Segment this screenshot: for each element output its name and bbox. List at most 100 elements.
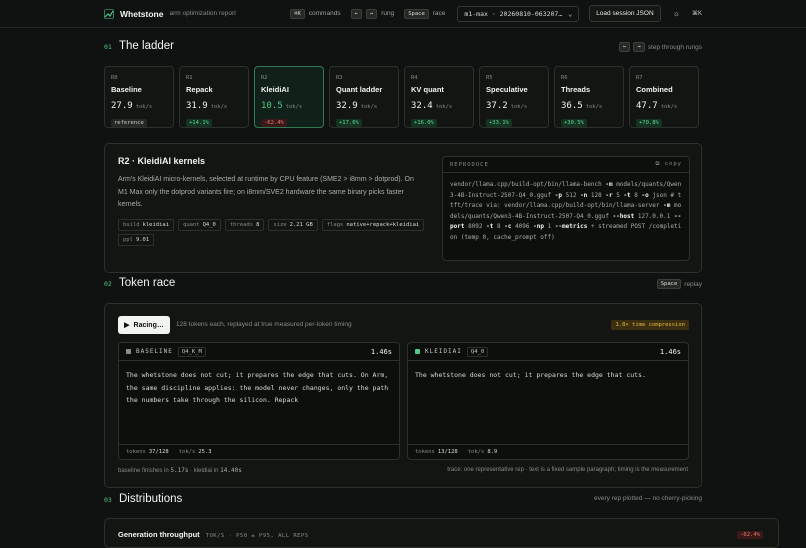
rung-name: Baseline xyxy=(111,85,142,94)
kernel-title: R2 · KleidiAI kernels xyxy=(118,156,206,166)
dist-hint: every rep plotted — no cherry-picking xyxy=(593,495,702,502)
chevron-down-icon: ⌄ xyxy=(568,9,573,18)
play-icon: ▶ xyxy=(124,322,130,329)
rung-value: 27.9 tok/s xyxy=(111,101,153,111)
throughput-title: Generation throughput TOK/S · P50 ± P95, … xyxy=(118,530,309,539)
race-hint: Space replay xyxy=(656,279,702,289)
kernel-chip-flags: flags native+repack+kleidiai xyxy=(321,219,425,231)
kernel-chip-quant: quant Q4_0 xyxy=(178,219,221,231)
rung-delta: +33.1% xyxy=(486,119,512,127)
rung-name: KleidiAI xyxy=(261,85,289,94)
rung-value: 32.9 tok/s xyxy=(336,101,378,111)
copy-icon: ⧉ xyxy=(655,161,661,167)
lane-baseline: BASELINE Q4_K_M 1.46s The whetstone does… xyxy=(118,342,400,460)
rung-delta: +70.8% xyxy=(636,119,662,127)
race-trace-note: trace: one representative rep · text is … xyxy=(447,467,688,473)
lane-text: The whetstone does not cut; it prepares … xyxy=(415,371,646,379)
rung-code: R6 xyxy=(561,75,568,81)
reproduce-box: REPRODUCE ⧉ copy vendor/llama.cpp/build-… xyxy=(442,156,690,261)
rung-card-r7[interactable]: R7 Combined 47.7 tok/s +70.8% xyxy=(629,66,699,128)
session-select-value: m1-max · 20260810-063207… xyxy=(464,9,563,18)
kernel-chips: build kleidiai quant Q4_0 threads 8 size 2.21 G… xyxy=(118,219,438,246)
lane-kleidiai: KLEIDIAI Q4_0 1.46s The whetstone does n… xyxy=(407,342,689,460)
section-number: 03 xyxy=(104,496,112,504)
session-select[interactable]: m1-max · 20260810-063207… ⌄ xyxy=(457,5,580,22)
lane-text: The whetstone does not cut; it prepares … xyxy=(126,371,389,404)
rung-card-r5[interactable]: R5 Speculative 37.2 tok/s +33.1% xyxy=(479,66,549,128)
top-controls: ⌘K commands ← → rung Space race m1-max ·… xyxy=(290,5,702,22)
rung-card-r2[interactable]: R2 KleidiAI 10.5 tok/s -62.4% xyxy=(254,66,324,128)
rung-value: 32.4 tok/s xyxy=(411,101,453,111)
rung-delta: +16.0% xyxy=(411,119,437,127)
rung-code: R7 xyxy=(636,75,643,81)
brand-name: Whetstone xyxy=(120,8,164,19)
ladder-hint: ← → step through rungs xyxy=(619,42,702,52)
sun-icon[interactable]: ☼ xyxy=(673,9,680,18)
race-button-label: Racing… xyxy=(133,321,164,329)
kernel-description: Arm's KleidiAI micro-kernels, selected a… xyxy=(118,176,414,208)
rung-card-r6[interactable]: R6 Threads 36.5 tok/s +30.5% xyxy=(554,66,624,128)
toks-label: tok/s xyxy=(178,449,196,455)
rung-code: R4 xyxy=(411,75,418,81)
load-session-button[interactable]: Load session JSON xyxy=(589,5,661,22)
next-rung-kbd[interactable]: → xyxy=(633,42,645,52)
toks-value: 25.3 xyxy=(198,449,212,455)
brand-subtitle: arm optimization report xyxy=(169,10,236,17)
rung-value: 37.2 tok/s xyxy=(486,101,528,111)
tokens-label: tokens xyxy=(415,449,435,455)
rung-name: Repack xyxy=(186,85,213,94)
copy-label: copy xyxy=(664,161,682,167)
shortcut-icon[interactable]: ⌘K xyxy=(692,10,702,17)
rung-name: Combined xyxy=(636,85,673,94)
lane-quant: Q4_0 xyxy=(466,346,489,357)
rung-card-r3[interactable]: R3 Quant ladder 32.9 tok/s +17.6% xyxy=(329,66,399,128)
section-number: 01 xyxy=(104,43,112,51)
rung-name: Speculative xyxy=(486,85,528,94)
rung-delta: +14.1% xyxy=(186,119,212,127)
rung-name: KV quant xyxy=(411,85,444,94)
lane-color-dot xyxy=(415,349,420,354)
dist-heading: 03 Distributions xyxy=(104,493,182,505)
rung-code: R0 xyxy=(111,75,118,81)
commands-kbd[interactable]: ⌘K xyxy=(290,8,305,19)
race-summary: baseline finishes in 5.17s · kleidiai in… xyxy=(118,467,242,474)
kernel-detail-panel: R2 · KleidiAI kernels Arm's KleidiAI mic… xyxy=(104,143,702,273)
rung-value: 10.5 tok/s xyxy=(261,101,303,111)
token-race-panel: ▶ Racing… 128 tokens each, replayed at tr… xyxy=(104,303,702,488)
lane-color-dot xyxy=(126,349,131,354)
reproduce-label: REPRODUCE xyxy=(450,161,489,168)
lane-time: 1.46s xyxy=(659,347,681,356)
toks-value: 8.9 xyxy=(487,449,498,455)
rung-delta: -62.4% xyxy=(261,119,287,127)
rung-code: R3 xyxy=(336,75,343,81)
throughput-subtitle: TOK/S · P50 ± P95, ALL REPS xyxy=(205,533,309,539)
tokens-label: tokens xyxy=(126,449,146,455)
lane-label: BASELINE xyxy=(136,348,173,355)
rung-label: rung xyxy=(381,10,395,17)
race-kbd[interactable]: Space xyxy=(404,8,429,19)
reproduce-command: vendor/llama.cpp/build-opt/bin/llama-ben… xyxy=(450,181,682,241)
copy-button[interactable]: ⧉ copy xyxy=(656,161,683,168)
rung-delta: +17.6% xyxy=(336,119,362,127)
rung-card-r4[interactable]: R4 KV quant 32.4 tok/s +16.0% xyxy=(404,66,474,128)
kernel-chip-ppl: ppl 9.01 xyxy=(118,234,155,246)
next-rung-kbd[interactable]: → xyxy=(365,8,378,19)
rung-card-r0[interactable]: R0 Baseline 27.9 tok/s reference xyxy=(104,66,174,128)
rung-name: Quant ladder xyxy=(336,85,383,94)
rung-card-r1[interactable]: R1 Repack 31.9 tok/s +14.1% xyxy=(179,66,249,128)
ladder-hint-text: step through rungs xyxy=(647,43,702,51)
race-heading: 02 Token race xyxy=(104,277,175,289)
section-number: 02 xyxy=(104,280,112,288)
race-label: race xyxy=(432,10,446,17)
ladder-heading: 01 The ladder xyxy=(104,40,174,52)
section-title: Token race xyxy=(119,277,176,289)
prev-rung-kbd[interactable]: ← xyxy=(350,8,362,19)
tokens-value: 13/128 xyxy=(437,449,458,455)
race-kbd[interactable]: Space xyxy=(656,279,682,289)
lane-quant: Q4_K_M xyxy=(177,346,206,357)
prev-rung-kbd[interactable]: ← xyxy=(619,42,631,52)
rung-code: R5 xyxy=(486,75,493,81)
rung-list: R0 Baseline 27.9 tok/s reference R1 Repack 31.9… xyxy=(104,66,699,128)
logo-icon xyxy=(104,8,114,19)
race-button[interactable]: ▶ Racing… xyxy=(118,316,170,334)
